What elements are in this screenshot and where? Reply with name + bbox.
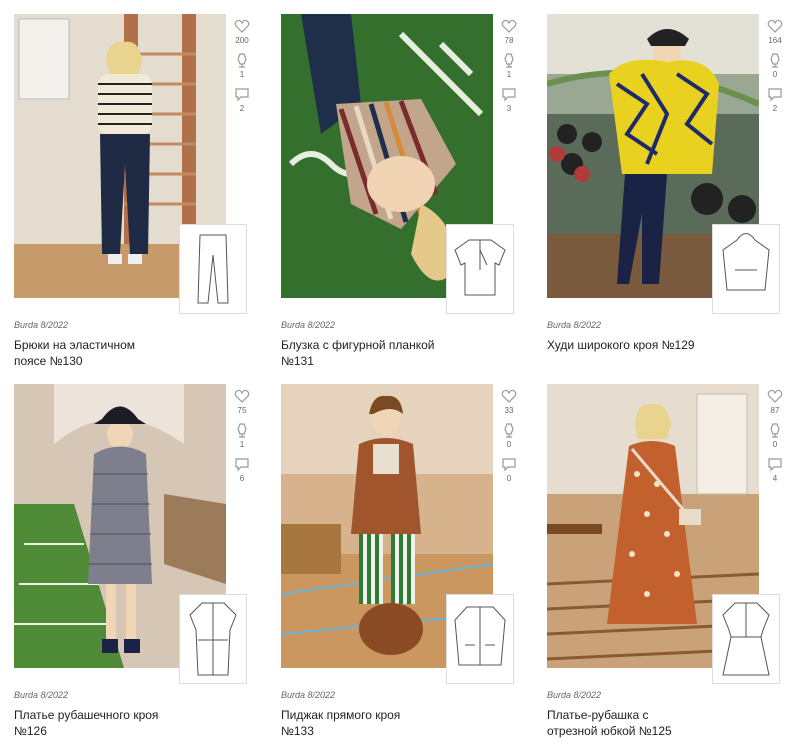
comment-count: 2 — [239, 104, 245, 113]
comment-count: 3 — [506, 104, 512, 113]
heart-icon[interactable] — [501, 388, 517, 404]
like-counter[interactable]: 78 — [496, 18, 522, 46]
blouse-sketch-icon — [454, 239, 506, 296]
pattern-title-line2[interactable]: №133 — [281, 723, 521, 739]
magazine-issue[interactable]: Burda 8/2022 — [14, 320, 254, 330]
heart-icon[interactable] — [234, 388, 250, 404]
comment-icon[interactable] — [234, 456, 250, 472]
comment-count: 0 — [506, 474, 512, 483]
dress-form-icon[interactable] — [501, 52, 517, 68]
save-counter[interactable]: 0 — [496, 422, 522, 450]
card-stats: 33 0 0 — [496, 388, 522, 490]
comment-counter[interactable]: 0 — [496, 456, 522, 484]
comment-icon[interactable] — [767, 456, 783, 472]
pattern-sketch — [712, 594, 780, 684]
pattern-sketch — [446, 594, 514, 684]
pattern-title-line2[interactable]: №126 — [14, 723, 254, 739]
save-count: 1 — [506, 70, 512, 79]
like-count: 33 — [504, 406, 514, 415]
dress-form-icon[interactable] — [234, 52, 250, 68]
comment-counter[interactable]: 2 — [229, 86, 255, 114]
card-meta: Burda 8/2022 Блузка с фигурной планкой №… — [281, 320, 521, 369]
comment-count: 4 — [772, 474, 778, 483]
pattern-title-line1[interactable]: Худи широкого кроя №129 — [547, 337, 787, 353]
save-count: 0 — [772, 70, 778, 79]
dress-form-icon[interactable] — [767, 422, 783, 438]
pattern-sketch — [712, 224, 780, 314]
card-stats: 87 0 4 — [762, 388, 788, 490]
comment-counter[interactable]: 6 — [229, 456, 255, 484]
card-meta: Burda 8/2022 Пиджак прямого кроя №133 — [281, 690, 521, 739]
save-counter[interactable]: 1 — [229, 422, 255, 450]
like-counter[interactable]: 87 — [762, 388, 788, 416]
trousers-sketch-icon — [197, 234, 229, 304]
save-counter[interactable]: 1 — [496, 52, 522, 80]
pattern-title-line2[interactable]: №131 — [281, 353, 521, 369]
card-meta: Burda 8/2022 Брюки на эластичном поясе №… — [14, 320, 254, 369]
save-counter[interactable]: 1 — [229, 52, 255, 80]
like-counter[interactable]: 200 — [229, 18, 255, 46]
comment-icon[interactable] — [767, 86, 783, 102]
magazine-issue[interactable]: Burda 8/2022 — [547, 690, 787, 700]
save-counter[interactable]: 0 — [762, 52, 788, 80]
card-meta: Burda 8/2022 Платье-рубашка с отрезной ю… — [547, 690, 787, 739]
pattern-title-line1[interactable]: Платье рубашечного кроя — [14, 707, 254, 723]
heart-icon[interactable] — [234, 18, 250, 34]
magazine-issue[interactable]: Burda 8/2022 — [14, 690, 254, 700]
pattern-title-line1[interactable]: Платье-рубашка с — [547, 707, 787, 723]
heart-icon[interactable] — [767, 18, 783, 34]
pattern-title-line2[interactable]: отрезной юбкой №125 — [547, 723, 787, 739]
card-stats: 200 1 2 — [229, 18, 255, 120]
jacket-sketch-icon — [454, 606, 506, 666]
like-counter[interactable]: 164 — [762, 18, 788, 46]
pattern-sketch — [179, 594, 247, 684]
save-count: 1 — [239, 440, 245, 449]
comment-counter[interactable]: 4 — [762, 456, 788, 484]
like-counter[interactable]: 75 — [229, 388, 255, 416]
pattern-title-line1[interactable]: Пиджак прямого кроя — [281, 707, 521, 723]
card-stats: 78 1 3 — [496, 18, 522, 120]
comment-count: 6 — [239, 474, 245, 483]
like-count: 75 — [237, 406, 247, 415]
save-counter[interactable]: 0 — [762, 422, 788, 450]
magazine-issue[interactable]: Burda 8/2022 — [281, 690, 521, 700]
magazine-issue[interactable]: Burda 8/2022 — [547, 320, 787, 330]
like-count: 78 — [504, 36, 514, 45]
hoodie-sketch-icon — [722, 233, 770, 291]
heart-icon[interactable] — [501, 18, 517, 34]
shirt-dress-sketch-icon — [722, 602, 770, 676]
save-count: 0 — [506, 440, 512, 449]
like-count: 87 — [770, 406, 780, 415]
shirt-dress-sketch-icon — [189, 602, 237, 676]
comment-icon[interactable] — [234, 86, 250, 102]
dress-form-icon[interactable] — [234, 422, 250, 438]
comment-icon[interactable] — [501, 456, 517, 472]
like-count: 200 — [235, 36, 249, 45]
card-meta: Burda 8/2022 Худи широкого кроя №129 — [547, 320, 787, 353]
like-counter[interactable]: 33 — [496, 388, 522, 416]
like-count: 164 — [768, 36, 782, 45]
pattern-title-line2[interactable]: поясе №130 — [14, 353, 254, 369]
heart-icon[interactable] — [767, 388, 783, 404]
save-count: 0 — [772, 440, 778, 449]
comment-icon[interactable] — [501, 86, 517, 102]
card-stats: 164 0 2 — [762, 18, 788, 120]
pattern-title-line1[interactable]: Блузка с фигурной планкой — [281, 337, 521, 353]
dress-form-icon[interactable] — [767, 52, 783, 68]
save-count: 1 — [239, 70, 245, 79]
comment-counter[interactable]: 2 — [762, 86, 788, 114]
card-meta: Burda 8/2022 Платье рубашечного кроя №12… — [14, 690, 254, 739]
card-stats: 75 1 6 — [229, 388, 255, 490]
comment-count: 2 — [772, 104, 778, 113]
pattern-title-line1[interactable]: Брюки на эластичном — [14, 337, 254, 353]
comment-counter[interactable]: 3 — [496, 86, 522, 114]
dress-form-icon[interactable] — [501, 422, 517, 438]
pattern-sketch — [446, 224, 514, 314]
pattern-sketch — [179, 224, 247, 314]
magazine-issue[interactable]: Burda 8/2022 — [281, 320, 521, 330]
